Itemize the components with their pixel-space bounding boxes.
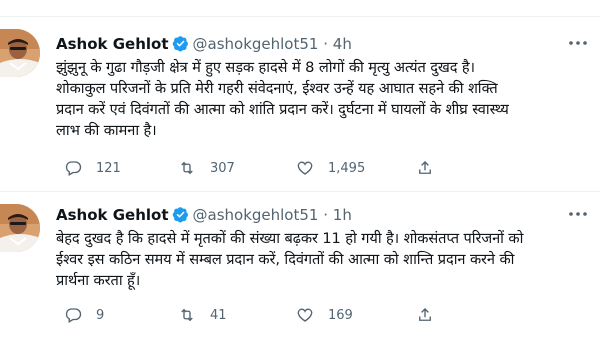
tweet-text-line: शोकाकुल परिजनों के प्रति मेरी गहरी संवेद… [56,80,498,97]
avatar[interactable] [0,29,40,77]
more-icon[interactable] [566,35,590,51]
author-name[interactable]: Ashok Gehlot [56,35,169,53]
separator: · [323,206,329,224]
tweet-text: झुंझुनू के गुढा गौड़जी क्षेत्र में हुए स… [56,57,594,141]
tweet-text-line: लाभ की कामना है। [56,122,157,139]
author-handle[interactable]: @ashokgehlot51 [193,35,319,53]
tweet-text-line: प्रार्थना करता हूँ। [56,272,141,289]
author-handle[interactable]: @ashokgehlot51 [193,206,319,224]
share-button[interactable] [416,305,448,325]
tweet[interactable]: Ashok Gehlot @ashokgehlot51 · 1h बेहद दुख… [0,192,600,338]
share-button[interactable] [416,158,448,178]
retweet-button[interactable]: 307 [178,158,235,178]
tweet-text: बेहद दुखद है कि हादसे में मृतकों की संख्… [56,228,594,291]
tweet-text-line: ईश्वर इस कठिन समय में सम्बल प्रदान करें,… [56,251,515,268]
retweet-icon [181,308,193,322]
retweet-icon [181,161,193,175]
reply-icon [65,308,82,323]
tweet[interactable]: Ashok Gehlot @ashokgehlot51 · 4h झुंझुनू … [0,17,600,192]
like-button[interactable]: 169 [296,305,353,325]
reply-count: 121 [96,160,121,176]
reply-icon [65,161,82,176]
tweet-header: Ashok Gehlot @ashokgehlot51 · 1h [56,204,352,226]
tweet-text-line: प्रदान करें एवं दिवंगतों की आत्मा को शां… [56,101,509,118]
like-button[interactable]: 1,495 [296,158,365,178]
avatar[interactable] [0,204,40,252]
timestamp[interactable]: 1h [333,206,352,224]
tweet-actions: 9 41 169 [56,305,516,325]
tweet-header: Ashok Gehlot @ashokgehlot51 · 4h [56,33,352,55]
retweet-count: 41 [210,307,227,323]
reply-count: 9 [96,307,105,323]
separator: · [323,35,329,53]
retweet-button[interactable]: 41 [178,305,227,325]
tweet-actions: 121 307 1,495 [56,158,516,178]
tweet-text-line: बेहद दुखद है कि हादसे में मृतकों की संख्… [56,230,524,247]
heart-icon [297,308,313,322]
like-count: 169 [328,307,353,323]
retweet-count: 307 [210,160,235,176]
share-icon [419,161,431,174]
more-icon[interactable] [566,206,590,222]
previous-tweet-edge [0,0,600,17]
share-icon [419,308,431,321]
verified-badge-icon [172,36,188,52]
timestamp[interactable]: 4h [333,35,352,53]
reply-button[interactable]: 9 [64,305,104,325]
verified-badge-icon [172,207,188,223]
like-count: 1,495 [328,160,366,176]
tweet-text-line: झुंझुनू के गुढा गौड़जी क्षेत्र में हुए स… [56,59,475,76]
reply-button[interactable]: 121 [64,158,121,178]
author-name[interactable]: Ashok Gehlot [56,206,169,224]
heart-icon [297,161,313,175]
